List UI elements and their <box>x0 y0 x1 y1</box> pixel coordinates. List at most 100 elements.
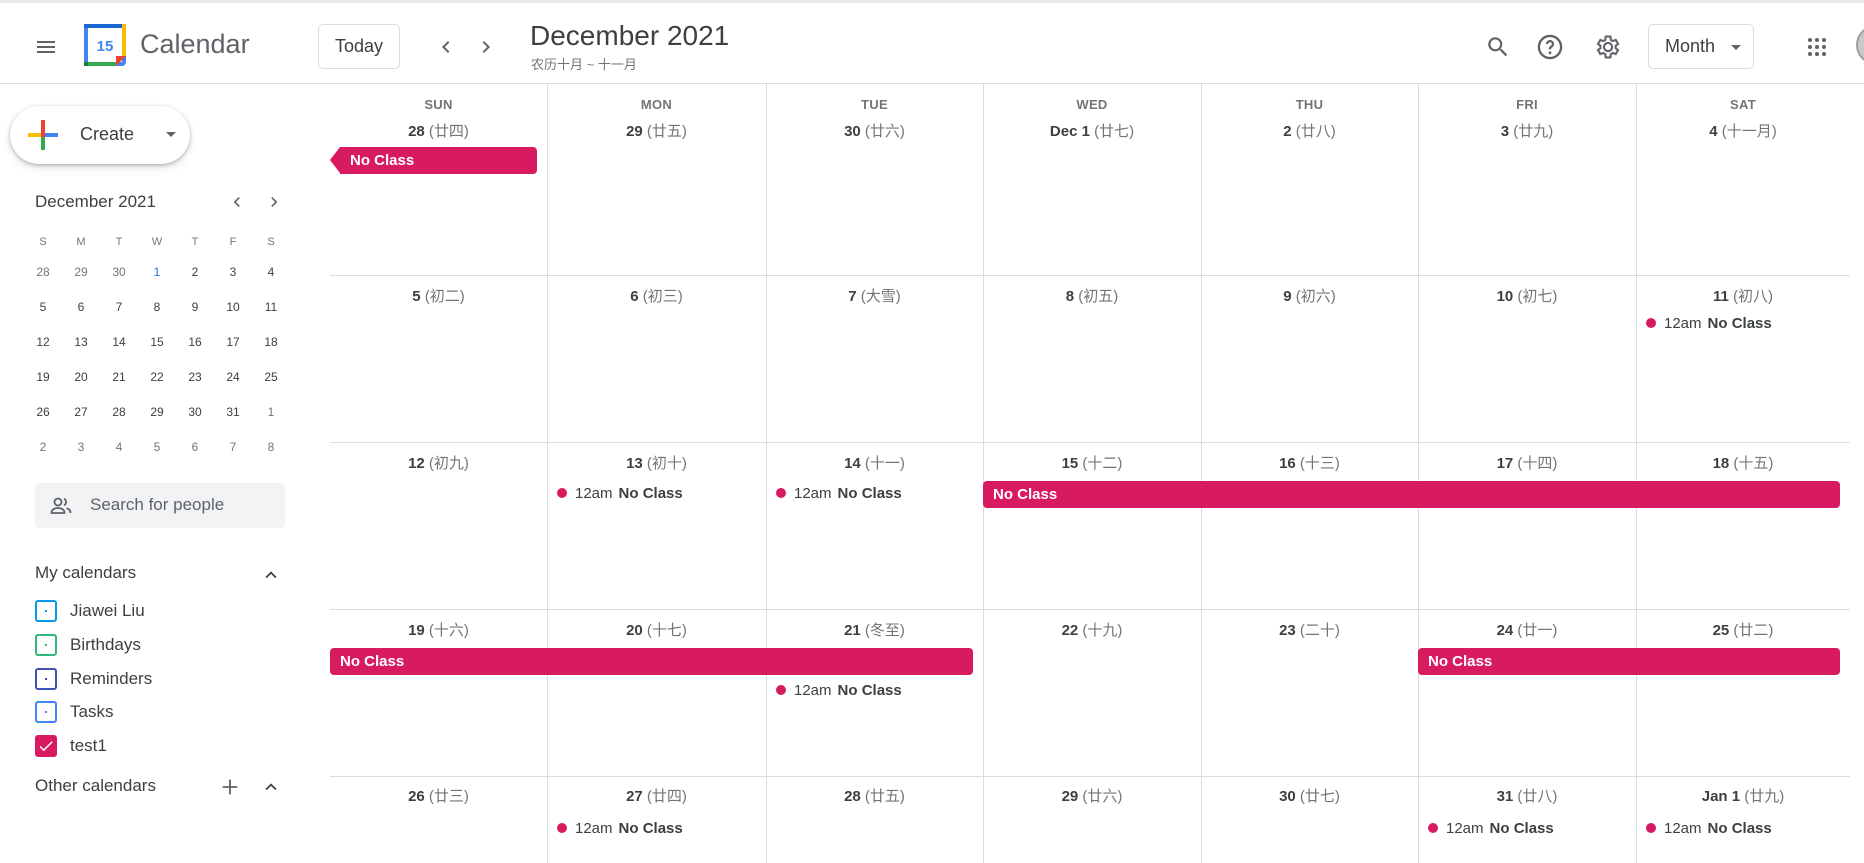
day-cell-label[interactable]: 4 (十一月) <box>1636 120 1850 141</box>
day-cell-label[interactable]: 10 (初七) <box>1418 285 1636 306</box>
mini-calendar-day[interactable]: 4 <box>100 440 138 454</box>
day-cell-label[interactable]: 5 (初二) <box>330 285 547 306</box>
timed-event[interactable]: 12am No Class <box>776 679 902 701</box>
collapse-my-calendars-button[interactable] <box>257 561 285 589</box>
day-cell-label[interactable]: 23 (二十) <box>1201 619 1418 640</box>
day-cell-label[interactable]: Jan 1 (廿九) <box>1636 785 1850 806</box>
day-cell-label[interactable]: 3 (廿九) <box>1418 120 1636 141</box>
collapse-other-calendars-button[interactable] <box>257 773 285 801</box>
day-cell-label[interactable]: 16 (十三) <box>1201 452 1418 473</box>
mini-calendar-day[interactable]: 5 <box>138 440 176 454</box>
day-cell-label[interactable]: 9 (初六) <box>1201 285 1418 306</box>
previous-month-button[interactable] <box>428 29 464 65</box>
mini-calendar-day[interactable]: 10 <box>214 300 252 314</box>
mini-calendar-day[interactable]: 24 <box>214 370 252 384</box>
all-day-event[interactable]: No Class <box>330 648 973 675</box>
all-day-event[interactable]: No Class <box>340 147 537 174</box>
mini-calendar-day[interactable]: 28 <box>100 405 138 419</box>
mini-calendar-day[interactable]: 28 <box>24 265 62 279</box>
calendar-item[interactable]: Jiawei Liu <box>35 599 145 623</box>
help-button[interactable] <box>1530 27 1570 67</box>
day-cell-label[interactable]: 17 (十四) <box>1418 452 1636 473</box>
mini-calendar-day[interactable]: 30 <box>176 405 214 419</box>
timed-event[interactable]: 12am No Class <box>1646 817 1772 839</box>
mini-calendar-day[interactable]: 1 <box>252 405 290 419</box>
mini-calendar-next-button[interactable] <box>260 188 288 216</box>
mini-calendar-day[interactable]: 23 <box>176 370 214 384</box>
all-day-event[interactable]: No Class <box>1418 648 1840 675</box>
day-cell-label[interactable]: 28 (廿五) <box>766 785 983 806</box>
timed-event[interactable]: 12am No Class <box>557 817 683 839</box>
mini-calendar-day[interactable]: 2 <box>176 265 214 279</box>
day-cell-label[interactable]: Dec 1 (廿七) <box>983 120 1201 141</box>
view-switcher-dropdown[interactable]: Month <box>1648 24 1754 69</box>
calendar-checkbox[interactable] <box>35 735 57 757</box>
add-other-calendar-button[interactable] <box>216 773 244 801</box>
mini-calendar-day[interactable]: 8 <box>138 300 176 314</box>
day-cell-label[interactable]: 14 (十一) <box>766 452 983 473</box>
mini-calendar-day[interactable]: 4 <box>252 265 290 279</box>
day-cell-label[interactable]: 19 (十六) <box>330 619 547 640</box>
mini-calendar-day[interactable]: 3 <box>62 440 100 454</box>
mini-calendar-day[interactable]: 30 <box>100 265 138 279</box>
calendar-checkbox[interactable] <box>35 634 57 656</box>
next-month-button[interactable] <box>468 29 504 65</box>
mini-calendar-day[interactable]: 22 <box>138 370 176 384</box>
app-title[interactable]: Calendar <box>140 29 250 60</box>
day-cell-label[interactable]: 28 (廿四) <box>330 120 547 141</box>
day-cell-label[interactable]: 12 (初九) <box>330 452 547 473</box>
calendar-item[interactable]: Birthdays <box>35 633 141 657</box>
mini-calendar-day[interactable]: 12 <box>24 335 62 349</box>
day-cell-label[interactable]: 6 (初三) <box>547 285 766 306</box>
day-cell-label[interactable]: 8 (初五) <box>983 285 1201 306</box>
calendar-item[interactable]: test1 <box>35 734 107 758</box>
calendar-item[interactable]: Tasks <box>35 700 113 724</box>
mini-calendar-day[interactable]: 20 <box>62 370 100 384</box>
timed-event[interactable]: 12am No Class <box>557 482 683 504</box>
other-calendars-title[interactable]: Other calendars <box>35 776 156 796</box>
day-cell-label[interactable]: 15 (十二) <box>983 452 1201 473</box>
create-button[interactable]: Create <box>10 106 190 164</box>
day-cell-label[interactable]: 27 (廿四) <box>547 785 766 806</box>
day-cell-label[interactable]: 25 (廿二) <box>1636 619 1850 640</box>
mini-calendar-day[interactable]: 6 <box>176 440 214 454</box>
day-cell-label[interactable]: 7 (大雪) <box>766 285 983 306</box>
mini-calendar-day[interactable]: 26 <box>24 405 62 419</box>
day-cell-label[interactable]: 13 (初十) <box>547 452 766 473</box>
mini-calendar-day[interactable]: 2 <box>24 440 62 454</box>
day-cell-label[interactable]: 30 (廿六) <box>766 120 983 141</box>
day-cell-label[interactable]: 29 (廿六) <box>983 785 1201 806</box>
day-cell-label[interactable]: 22 (十九) <box>983 619 1201 640</box>
main-menu-button[interactable] <box>22 27 70 67</box>
mini-calendar-day[interactable]: 6 <box>62 300 100 314</box>
mini-calendar-day[interactable]: 25 <box>252 370 290 384</box>
mini-calendar-day[interactable]: 16 <box>176 335 214 349</box>
mini-calendar-day[interactable]: 5 <box>24 300 62 314</box>
mini-calendar-day[interactable]: 7 <box>214 440 252 454</box>
calendar-checkbox[interactable] <box>35 600 57 622</box>
day-cell-label[interactable]: 11 (初八) <box>1636 285 1850 306</box>
mini-calendar-prev-button[interactable] <box>223 188 251 216</box>
mini-calendar-day[interactable]: 7 <box>100 300 138 314</box>
settings-button[interactable] <box>1587 27 1627 67</box>
calendar-item[interactable]: Reminders <box>35 667 152 691</box>
day-cell-label[interactable]: 18 (十五) <box>1636 452 1850 473</box>
mini-calendar-day[interactable]: 19 <box>24 370 62 384</box>
day-cell-label[interactable]: 24 (廿一) <box>1418 619 1636 640</box>
calendar-logo[interactable]: 15 <box>84 24 126 66</box>
mini-calendar-day[interactable]: 31 <box>214 405 252 419</box>
mini-calendar-day[interactable]: 29 <box>138 405 176 419</box>
mini-calendar-day[interactable]: 29 <box>62 265 100 279</box>
mini-calendar-day[interactable]: 17 <box>214 335 252 349</box>
google-apps-button[interactable] <box>1797 27 1837 67</box>
timed-event[interactable]: 12am No Class <box>1428 817 1554 839</box>
all-day-event[interactable]: No Class <box>983 481 1840 508</box>
search-button[interactable] <box>1478 27 1518 67</box>
mini-calendar-day[interactable]: 13 <box>62 335 100 349</box>
my-calendars-title[interactable]: My calendars <box>35 563 136 583</box>
mini-calendar-day[interactable]: 15 <box>138 335 176 349</box>
search-people-input[interactable]: Search for people <box>35 483 285 528</box>
day-cell-label[interactable]: 20 (十七) <box>547 619 766 640</box>
day-cell-label[interactable]: 26 (廿三) <box>330 785 547 806</box>
mini-calendar-day[interactable]: 3 <box>214 265 252 279</box>
